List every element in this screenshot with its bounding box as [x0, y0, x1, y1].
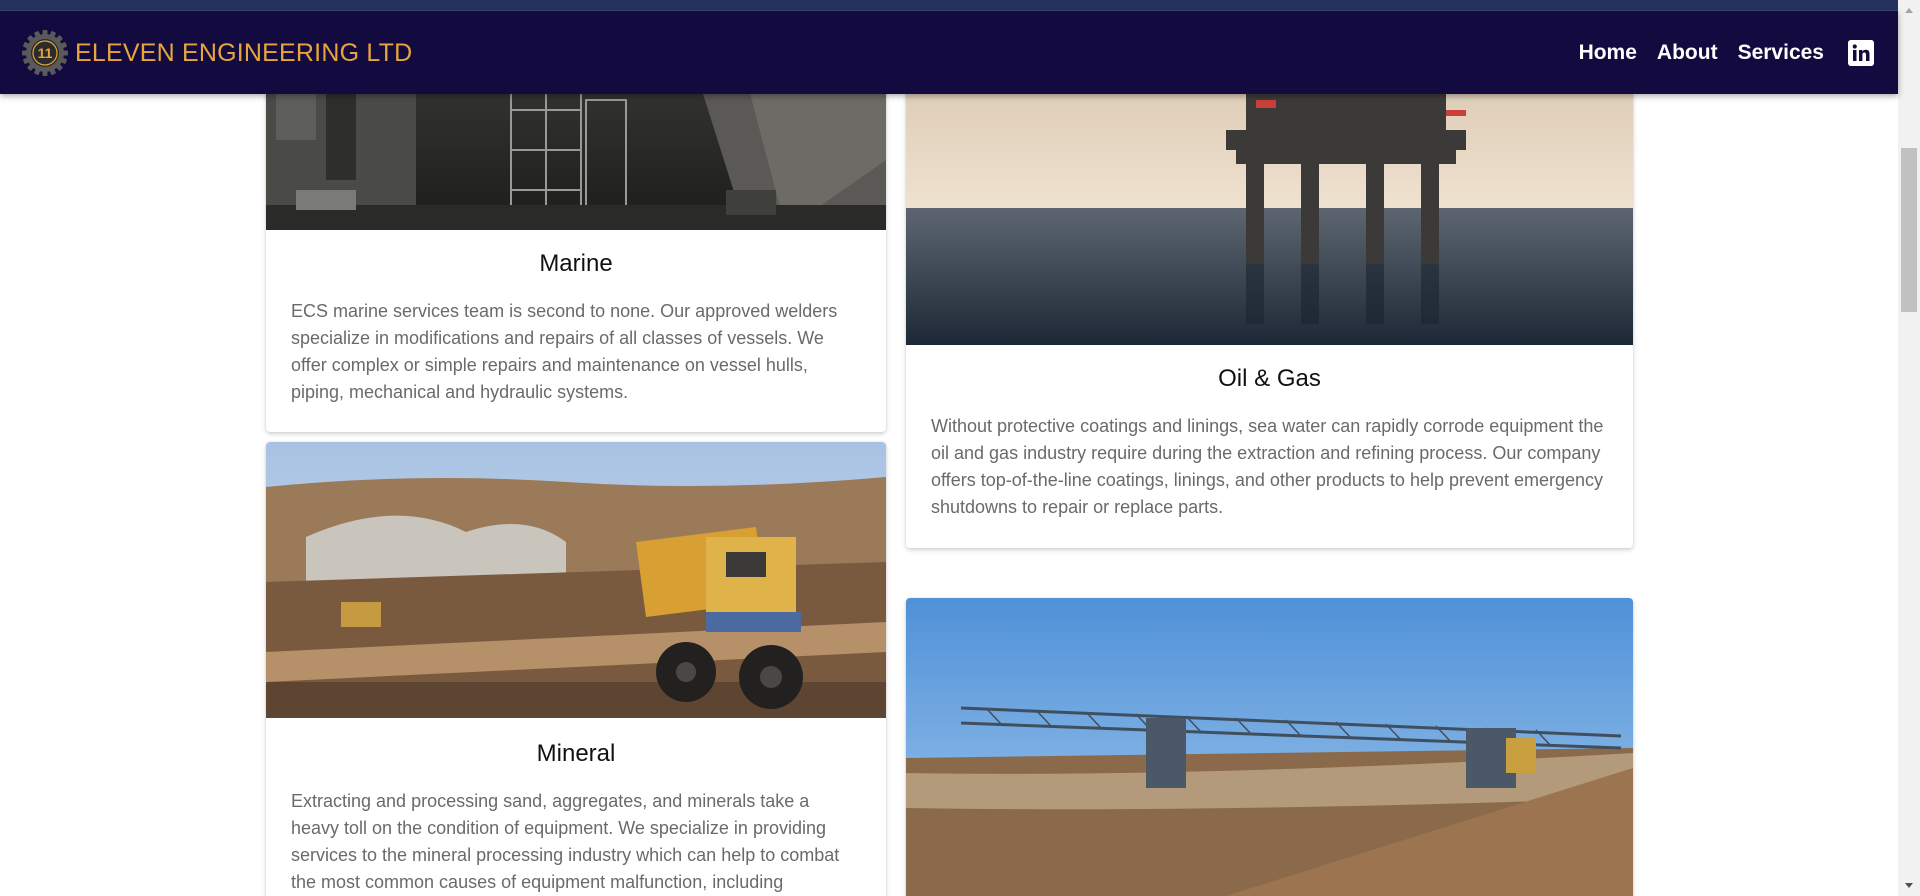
nav-links: Home About Services	[1579, 11, 1898, 94]
nav-services-link[interactable]: Services	[1738, 41, 1824, 65]
service-card-oil-gas: Oil & Gas Without protective coatings an…	[906, 40, 1633, 548]
nav-about-link[interactable]: About	[1657, 41, 1718, 65]
scroll-up-arrow-icon[interactable]	[1898, 0, 1920, 20]
navbar: 11 ELEVEN ENGINEERING LTD Home About Ser…	[0, 11, 1898, 94]
card-text-marine: ECS marine services team is second to no…	[291, 301, 838, 402]
logo-text: 11	[38, 45, 53, 61]
card-title-marine: Marine	[539, 250, 613, 277]
bucket-wheel-excavator-image	[906, 598, 1633, 896]
card-text-oil-gas: Without protective coatings and linings,…	[931, 416, 1604, 517]
linkedin-icon[interactable]	[1848, 39, 1874, 66]
service-card-mineral: Mineral Extracting and processing sand, …	[266, 442, 886, 896]
service-card-excavator	[906, 598, 1633, 896]
gear-logo-icon: 11	[22, 30, 68, 76]
brand[interactable]: 11 ELEVEN ENGINEERING LTD	[20, 27, 412, 79]
service-card-marine: Marine ECS marine services team is secon…	[266, 40, 886, 432]
brand-name[interactable]: ELEVEN ENGINEERING LTD	[75, 39, 412, 68]
browser-top-strip	[0, 0, 1898, 11]
nav-home-link[interactable]: Home	[1579, 41, 1637, 65]
card-text-mineral: Extracting and processing sand, aggregat…	[291, 791, 840, 892]
scrollbar-thumb[interactable]	[1901, 148, 1917, 312]
card-title-mineral: Mineral	[536, 740, 616, 767]
page-scrollbar[interactable]	[1898, 0, 1920, 896]
scroll-down-arrow-icon[interactable]	[1898, 876, 1920, 896]
mining-truck-image	[266, 442, 886, 718]
card-title-oil-gas: Oil & Gas	[1218, 365, 1321, 392]
